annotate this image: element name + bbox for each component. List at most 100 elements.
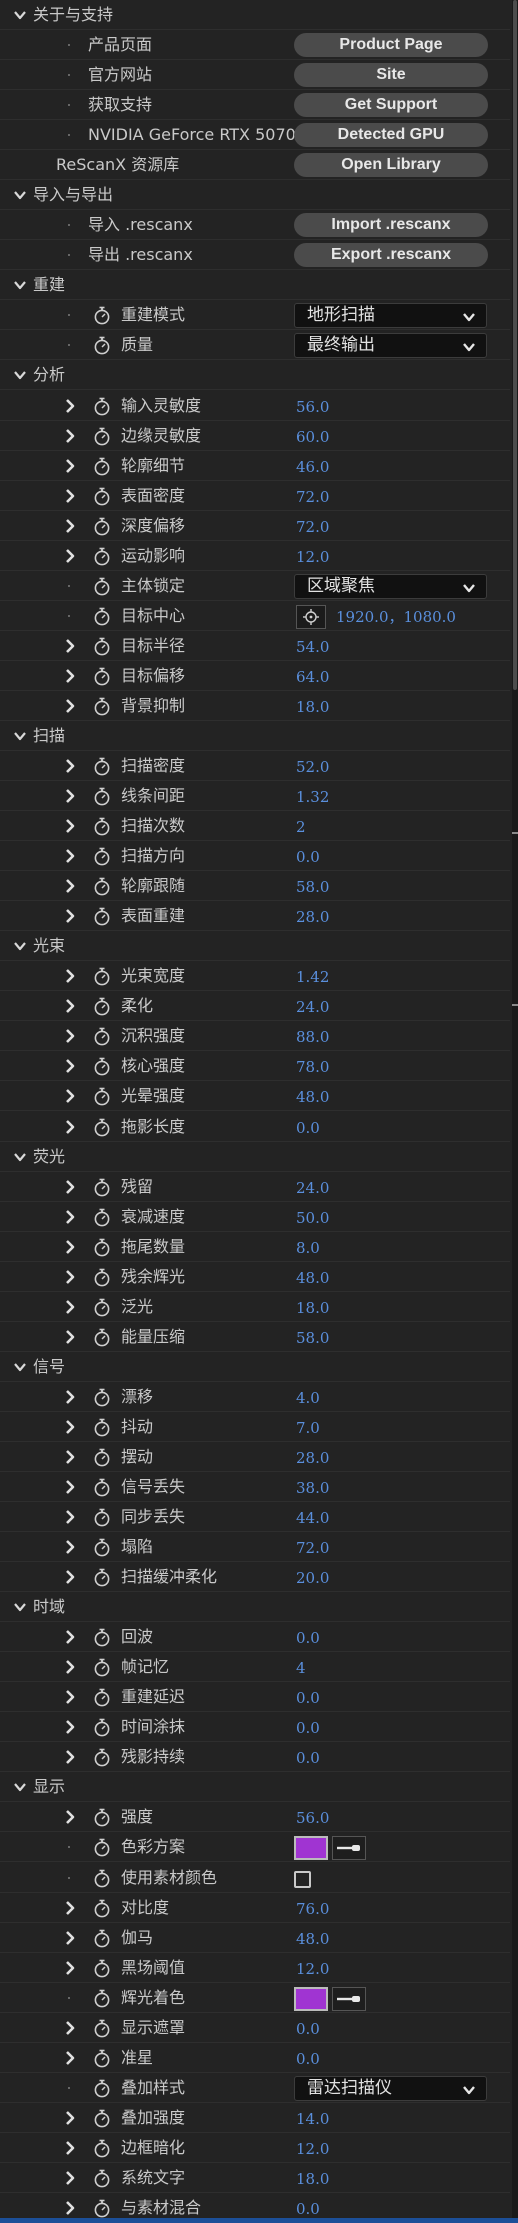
chevron-down-icon[interactable]	[12, 1359, 28, 1375]
param-value[interactable]: 2	[296, 811, 306, 843]
stopwatch-icon[interactable]	[93, 997, 111, 1016]
stopwatch-icon[interactable]	[93, 2199, 111, 2218]
scrollbar[interactable]	[512, 0, 518, 2223]
chevron-right-icon[interactable]	[62, 1479, 78, 1495]
chevron-right-icon[interactable]	[62, 1239, 78, 1255]
param-value[interactable]: 0.0	[296, 841, 320, 873]
chevron-right-icon[interactable]	[62, 2050, 78, 2066]
stopwatch-icon[interactable]	[93, 1869, 111, 1888]
param-value[interactable]: 52.0	[296, 751, 329, 783]
param-value[interactable]: 0.0	[296, 2013, 320, 2045]
stopwatch-icon[interactable]	[93, 336, 111, 355]
stopwatch-icon[interactable]	[93, 1688, 111, 1707]
param-value[interactable]: 58.0	[296, 871, 329, 903]
stopwatch-icon[interactable]	[93, 1027, 111, 1046]
stopwatch-icon[interactable]	[93, 697, 111, 716]
stopwatch-icon[interactable]	[93, 547, 111, 566]
chevron-right-icon[interactable]	[62, 1809, 78, 1825]
stopwatch-icon[interactable]	[93, 1808, 111, 1827]
stopwatch-icon[interactable]	[93, 1538, 111, 1557]
param-value[interactable]: 64.0	[296, 661, 329, 693]
chevron-right-icon[interactable]	[62, 1419, 78, 1435]
stopwatch-icon[interactable]	[93, 817, 111, 836]
stopwatch-icon[interactable]	[93, 487, 111, 506]
section-scan[interactable]: 扫描	[0, 721, 510, 751]
stopwatch-icon[interactable]	[93, 1057, 111, 1076]
param-value[interactable]: 0.0	[296, 2043, 320, 2075]
chevron-right-icon[interactable]	[62, 698, 78, 714]
chevron-right-icon[interactable]	[62, 1539, 78, 1555]
chevron-right-icon[interactable]	[62, 638, 78, 654]
section-reconstruction[interactable]: 重建	[0, 270, 510, 301]
checkbox[interactable]	[294, 1870, 311, 1888]
link-button[interactable]: Export .rescanx	[294, 243, 488, 268]
stopwatch-icon[interactable]	[93, 1899, 111, 1918]
chevron-right-icon[interactable]	[62, 788, 78, 804]
stopwatch-icon[interactable]	[93, 2139, 111, 2158]
stopwatch-icon[interactable]	[93, 1448, 111, 1467]
param-value[interactable]: 44.0	[296, 1502, 329, 1534]
param-value[interactable]: 60.0	[296, 421, 329, 453]
section-phosphor[interactable]: 荧光	[0, 1142, 510, 1172]
stopwatch-icon[interactable]	[93, 787, 111, 806]
chevron-right-icon[interactable]	[62, 1930, 78, 1946]
param-value[interactable]: 72.0	[296, 1532, 329, 1564]
scrollbar-thumb[interactable]	[513, 0, 517, 690]
chevron-right-icon[interactable]	[62, 1028, 78, 1044]
stopwatch-icon[interactable]	[93, 1478, 111, 1497]
eyedropper-icon[interactable]	[332, 1836, 366, 1861]
param-value[interactable]: 12.0	[296, 2133, 329, 2165]
param-value[interactable]: 28.0	[296, 901, 329, 933]
param-value[interactable]: 50.0	[296, 1202, 329, 1234]
point-value[interactable]: 1920.0，1080.0	[336, 601, 456, 633]
stopwatch-icon[interactable]	[93, 1959, 111, 1978]
chevron-right-icon[interactable]	[62, 2200, 78, 2216]
chevron-right-icon[interactable]	[62, 668, 78, 684]
param-value[interactable]: 18.0	[296, 1292, 329, 1324]
param-value[interactable]: 24.0	[296, 991, 329, 1023]
link-button[interactable]: Get Support	[294, 93, 488, 118]
param-value[interactable]: 8.0	[296, 1232, 320, 1264]
stopwatch-icon[interactable]	[93, 907, 111, 926]
chevron-right-icon[interactable]	[62, 1299, 78, 1315]
chevron-down-icon[interactable]	[12, 728, 28, 744]
section-analysis[interactable]: 分析	[0, 360, 510, 391]
stopwatch-icon[interactable]	[93, 2079, 111, 2098]
link-button[interactable]: Open Library	[294, 153, 488, 178]
param-value[interactable]: 48.0	[296, 1923, 329, 1955]
stopwatch-icon[interactable]	[93, 1388, 111, 1407]
param-value[interactable]: 72.0	[296, 481, 329, 513]
stopwatch-icon[interactable]	[93, 757, 111, 776]
stopwatch-icon[interactable]	[93, 517, 111, 536]
chevron-down-icon[interactable]	[12, 1779, 28, 1795]
link-button[interactable]: Product Page	[294, 33, 488, 58]
chevron-right-icon[interactable]	[62, 1179, 78, 1195]
stopwatch-icon[interactable]	[93, 607, 111, 626]
stopwatch-icon[interactable]	[93, 637, 111, 656]
section-beam[interactable]: 光束	[0, 931, 510, 962]
stopwatch-icon[interactable]	[93, 1929, 111, 1948]
param-dropdown[interactable]: 地形扫描	[294, 303, 487, 329]
stopwatch-icon[interactable]	[93, 1989, 111, 2008]
chevron-down-icon[interactable]	[12, 187, 28, 203]
param-value[interactable]: 12.0	[296, 1953, 329, 1985]
stopwatch-icon[interactable]	[93, 1658, 111, 1677]
stopwatch-icon[interactable]	[93, 306, 111, 325]
chevron-down-icon[interactable]	[12, 1599, 28, 1615]
param-dropdown[interactable]: 雷达扫描仪	[294, 2075, 487, 2101]
param-value[interactable]: 4.0	[296, 1382, 320, 1414]
param-value[interactable]: 28.0	[296, 1442, 329, 1474]
chevron-right-icon[interactable]	[62, 2170, 78, 2186]
param-value[interactable]: 0.0	[296, 1682, 320, 1714]
stopwatch-icon[interactable]	[93, 1628, 111, 1647]
chevron-right-icon[interactable]	[62, 998, 78, 1014]
eyedropper-icon[interactable]	[332, 1986, 366, 2011]
param-value[interactable]: 58.0	[296, 1322, 329, 1354]
chevron-right-icon[interactable]	[62, 818, 78, 834]
color-swatch[interactable]	[294, 1836, 328, 1861]
crosshair-icon[interactable]	[296, 604, 326, 629]
chevron-right-icon[interactable]	[62, 1719, 78, 1735]
stopwatch-icon[interactable]	[93, 1268, 111, 1287]
chevron-right-icon[interactable]	[62, 1449, 78, 1465]
stopwatch-icon[interactable]	[93, 2049, 111, 2068]
